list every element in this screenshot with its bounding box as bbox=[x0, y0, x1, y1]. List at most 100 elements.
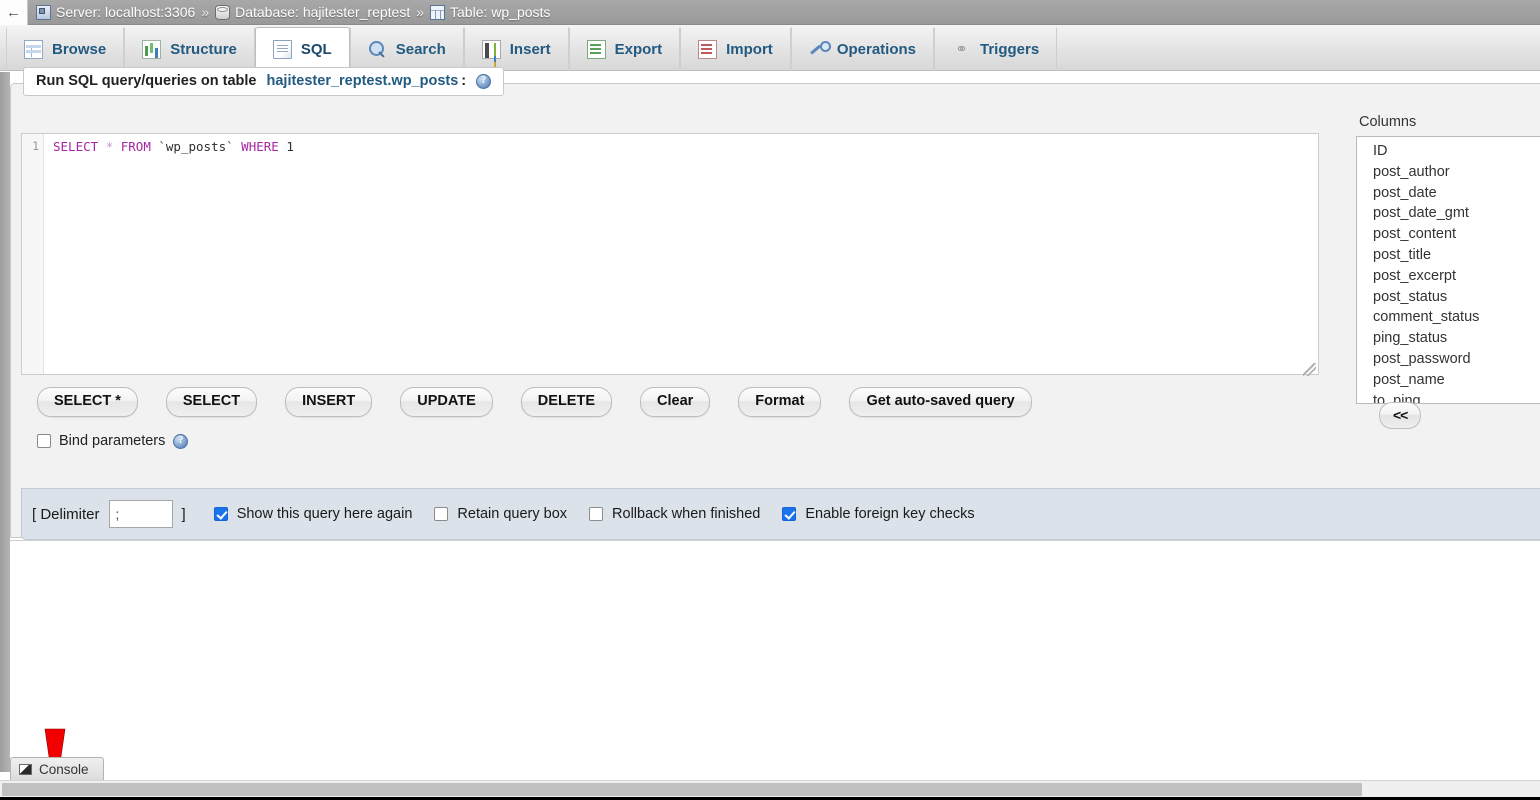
back-button[interactable]: ← bbox=[0, 0, 28, 25]
column-item[interactable]: post_date_gmt bbox=[1357, 203, 1540, 224]
tab-triggers[interactable]: ⚭ Triggers bbox=[934, 27, 1058, 71]
show-query-again-label: Show this query here again bbox=[236, 506, 413, 522]
editor-resize-handle[interactable] bbox=[1303, 363, 1316, 376]
column-item[interactable]: post_author bbox=[1357, 162, 1540, 183]
insert-button[interactable]: INSERT bbox=[285, 387, 373, 417]
bind-parameters-help-icon[interactable]: ? bbox=[173, 433, 189, 449]
horizontal-scrollbar[interactable] bbox=[0, 780, 1540, 797]
tab-search[interactable]: Search bbox=[349, 27, 464, 71]
table-icon bbox=[430, 4, 446, 20]
tab-sql-label: SQL bbox=[300, 40, 332, 58]
query-options-bar: [ Delimiter ; ] Show this query here aga… bbox=[21, 488, 1540, 540]
tab-insert-label: Insert bbox=[509, 41, 551, 58]
delete-button[interactable]: DELETE bbox=[520, 387, 612, 417]
breadcrumb-server-label: Server: localhost:3306 bbox=[56, 4, 196, 20]
columns-list[interactable]: ID post_author post_date post_date_gmt p… bbox=[1356, 136, 1540, 404]
rollback-when-finished-label: Rollback when finished bbox=[612, 506, 761, 522]
back-arrow-icon: ← bbox=[6, 3, 21, 21]
tab-import-label: Import bbox=[726, 41, 773, 58]
column-item[interactable]: ID bbox=[1357, 141, 1540, 162]
column-item[interactable]: post_name bbox=[1357, 370, 1540, 391]
retain-query-box-checkbox[interactable] bbox=[434, 507, 449, 521]
column-item[interactable]: comment_status bbox=[1357, 307, 1540, 328]
breadcrumb-separator-2: » bbox=[416, 4, 425, 20]
sql-query-input[interactable]: SELECT * FROM `wp_posts` WHERE 1 bbox=[44, 134, 1318, 374]
get-auto-saved-query-button[interactable]: Get auto-saved query bbox=[849, 387, 1032, 417]
bind-parameters-label: Bind parameters bbox=[59, 433, 166, 449]
legend-table-name: hajitester_reptest.wp_posts bbox=[266, 73, 459, 89]
operations-icon bbox=[809, 40, 831, 59]
tab-browse-label: Browse bbox=[52, 41, 107, 58]
server-icon bbox=[36, 4, 51, 20]
enable-foreign-key-checks-option[interactable]: Enable foreign key checks bbox=[782, 506, 975, 522]
query-panel-legend: Run SQL query/queries on table hajiteste… bbox=[23, 67, 505, 96]
breadcrumb-table-label: Table: wp_posts bbox=[450, 4, 551, 20]
browse-icon bbox=[24, 40, 43, 59]
select-star-button[interactable]: SELECT * bbox=[37, 387, 138, 417]
horizontal-scrollbar-thumb[interactable] bbox=[2, 783, 1362, 796]
insert-icon bbox=[481, 40, 501, 59]
column-item[interactable]: post_content bbox=[1357, 224, 1540, 245]
export-icon bbox=[586, 40, 606, 59]
rollback-when-finished-option[interactable]: Rollback when finished bbox=[589, 506, 760, 522]
console-icon bbox=[19, 763, 32, 775]
section-divider bbox=[10, 540, 1540, 541]
delimiter-label: [ Delimiter bbox=[32, 505, 100, 523]
sql-editor[interactable]: 1 SELECT * FROM `wp_posts` WHERE 1 bbox=[21, 133, 1319, 375]
update-button[interactable]: UPDATE bbox=[400, 387, 493, 417]
delimiter-close-bracket: ] bbox=[181, 505, 186, 523]
tab-export[interactable]: Export bbox=[568, 27, 681, 71]
enable-foreign-key-checks-checkbox[interactable] bbox=[782, 507, 797, 521]
breadcrumb-item-database[interactable]: Database: hajitester_reptest bbox=[215, 4, 410, 20]
sql-token-value: 1 bbox=[278, 139, 294, 154]
tab-import[interactable]: Import bbox=[680, 27, 791, 71]
column-item[interactable]: post_date bbox=[1357, 183, 1540, 204]
legend-suffix: : bbox=[461, 73, 467, 89]
search-icon bbox=[368, 40, 387, 59]
tab-export-label: Export bbox=[614, 41, 663, 58]
clear-button[interactable]: Clear bbox=[640, 387, 711, 417]
editor-gutter: 1 bbox=[22, 134, 44, 374]
tab-triggers-label: Triggers bbox=[980, 41, 1040, 58]
tab-sql[interactable]: SQL bbox=[254, 27, 350, 71]
show-query-again-option[interactable]: Show this query here again bbox=[213, 506, 413, 522]
column-item[interactable]: post_title bbox=[1357, 245, 1540, 266]
bind-parameters-checkbox[interactable] bbox=[37, 434, 51, 448]
bind-parameters-row[interactable]: Bind parameters ? bbox=[37, 433, 189, 449]
column-item[interactable]: post_excerpt bbox=[1357, 266, 1540, 287]
show-query-again-checkbox[interactable] bbox=[213, 507, 228, 521]
breadcrumb-item-table[interactable]: Table: wp_posts bbox=[430, 4, 550, 20]
sql-query-panel: Run SQL query/queries on table hajiteste… bbox=[10, 67, 1540, 540]
retain-query-box-label: Retain query box bbox=[457, 506, 568, 522]
help-icon[interactable]: ? bbox=[476, 73, 492, 89]
rollback-when-finished-checkbox[interactable] bbox=[589, 507, 604, 521]
enable-foreign-key-checks-label: Enable foreign key checks bbox=[805, 506, 975, 522]
tab-search-label: Search bbox=[395, 41, 446, 58]
tab-insert[interactable]: Insert bbox=[463, 27, 569, 71]
collapse-columns-button[interactable]: << bbox=[1379, 402, 1422, 429]
columns-title: Columns bbox=[1359, 114, 1417, 130]
delimiter-group: [ Delimiter ; ] bbox=[32, 500, 186, 528]
console-bar[interactable]: Console bbox=[10, 757, 104, 780]
sql-token-table: `wp_posts` bbox=[150, 139, 242, 154]
retain-query-box-option[interactable]: Retain query box bbox=[434, 506, 567, 522]
tab-structure[interactable]: Structure bbox=[124, 27, 255, 71]
column-item[interactable]: ping_status bbox=[1357, 328, 1540, 349]
left-rail bbox=[0, 72, 10, 772]
query-action-buttons: SELECT * SELECT INSERT UPDATE DELETE Cle… bbox=[37, 387, 1032, 417]
database-icon bbox=[215, 4, 231, 20]
content-area: Run SQL query/queries on table hajiteste… bbox=[0, 67, 1540, 798]
delimiter-input[interactable]: ; bbox=[108, 500, 173, 528]
select-button[interactable]: SELECT bbox=[165, 387, 258, 417]
tab-operations-label: Operations bbox=[836, 41, 916, 58]
tab-browse[interactable]: Browse bbox=[6, 27, 125, 71]
sql-token-where: WHERE bbox=[241, 139, 279, 154]
tab-operations[interactable]: Operations bbox=[790, 27, 934, 71]
format-button[interactable]: Format bbox=[738, 387, 822, 417]
column-item[interactable]: post_password bbox=[1357, 349, 1540, 370]
legend-prefix: Run SQL query/queries on table bbox=[36, 73, 257, 89]
main-tab-bar: Browse Structure SQL Search Insert Expor… bbox=[0, 25, 1540, 71]
column-item[interactable]: to_ping bbox=[1357, 391, 1540, 403]
breadcrumb-item-server[interactable]: Server: localhost:3306 bbox=[36, 4, 195, 20]
column-item[interactable]: post_status bbox=[1357, 287, 1540, 308]
